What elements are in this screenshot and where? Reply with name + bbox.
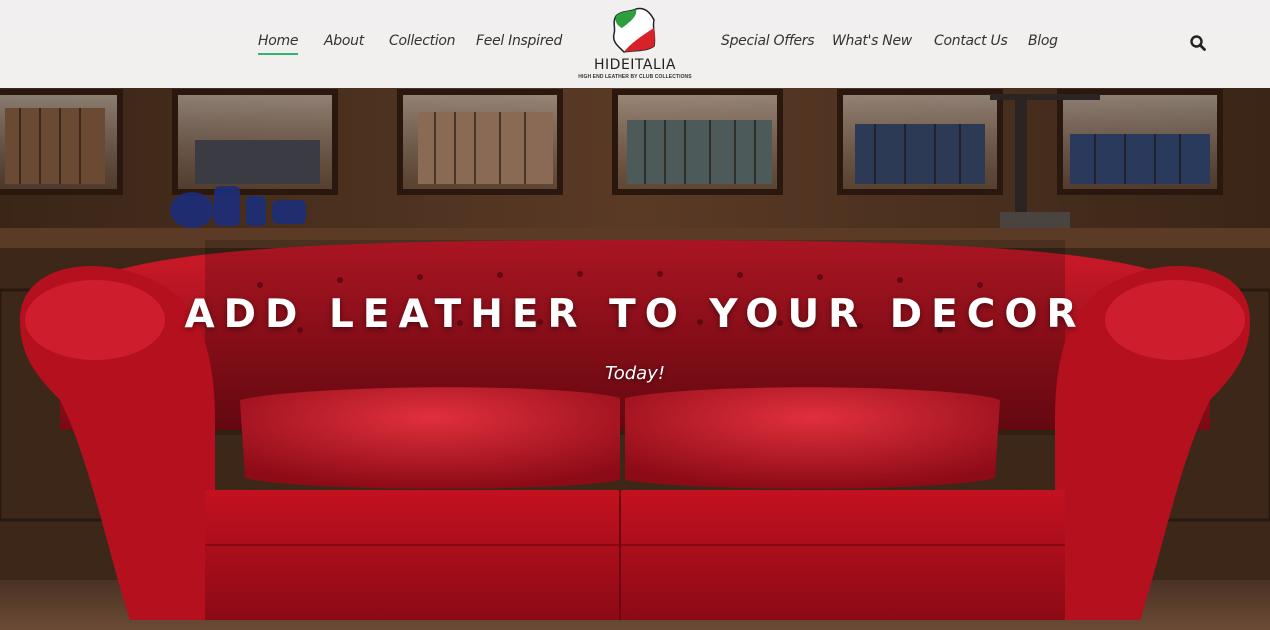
nav-home[interactable]: Home <box>258 33 298 55</box>
nav-whats-new[interactable]: What's New <box>832 33 912 49</box>
logo-tagline: HIGH END LEATHER BY CLUB COLLECTIONS <box>578 74 692 80</box>
search-icon[interactable] <box>1189 34 1207 52</box>
nav-feel-inspired[interactable]: Feel Inspired <box>476 33 562 49</box>
nav-collection[interactable]: Collection <box>389 33 456 49</box>
site-header: Home About Collection Feel Inspired HIDE… <box>0 0 1270 88</box>
flag-hide-icon <box>612 7 656 53</box>
nav-contact-us[interactable]: Contact Us <box>934 33 1008 49</box>
nav-about[interactable]: About <box>324 33 364 49</box>
hero-subline: Today! <box>604 363 666 384</box>
logo-name: HIDEITALIA <box>594 57 676 73</box>
nav-blog[interactable]: Blog <box>1028 33 1058 49</box>
nav-special-offers[interactable]: Special Offers <box>721 33 815 49</box>
site-logo[interactable]: HIDEITALIA HIGH END LEATHER BY CLUB COLL… <box>574 6 696 84</box>
hero-headline: ADD LEATHER TO YOUR DECOR <box>184 292 1086 337</box>
